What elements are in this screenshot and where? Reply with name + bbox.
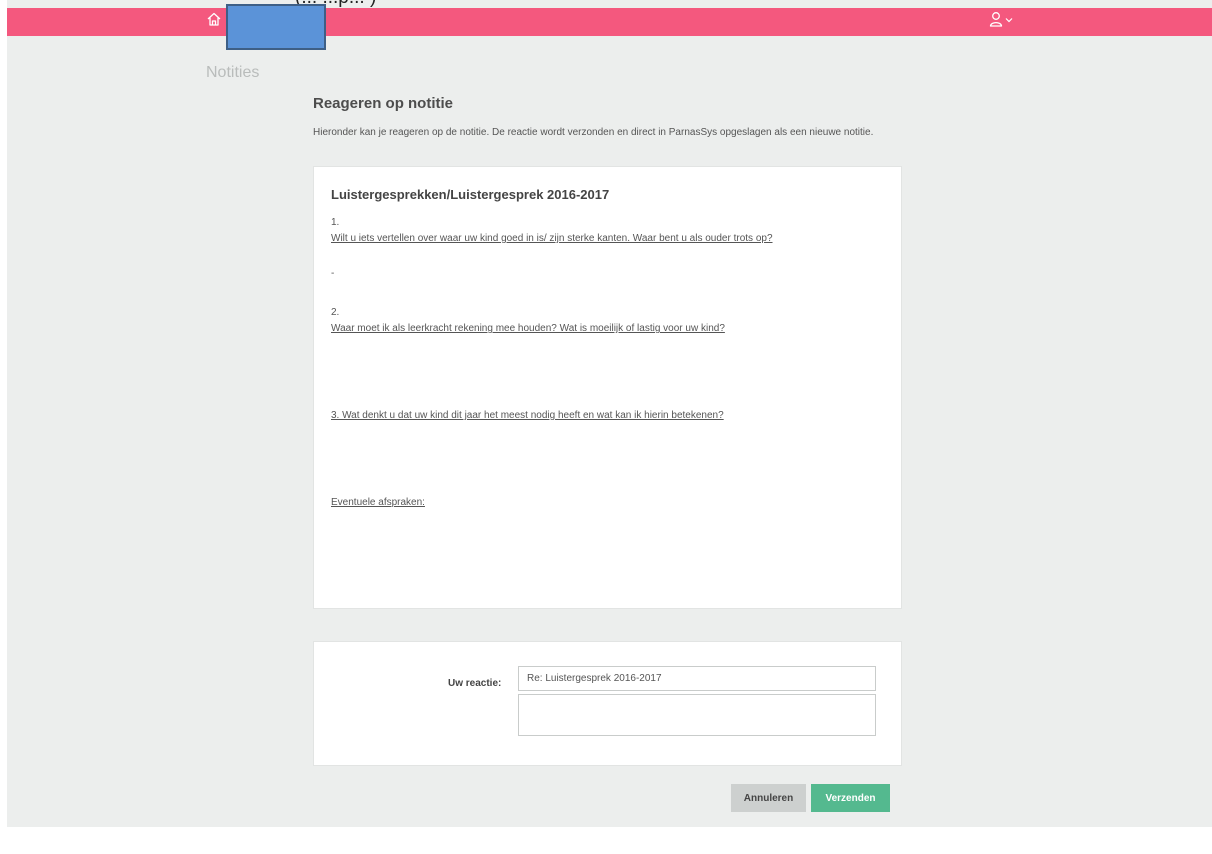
page-title: Reageren op notitie xyxy=(313,95,454,112)
note-agreements: Eventuele afspraken: xyxy=(331,497,425,508)
redaction-box xyxy=(226,4,326,50)
reply-body-textarea[interactable] xyxy=(518,694,876,736)
chevron-down-icon[interactable] xyxy=(1005,17,1013,23)
reply-subject-input[interactable] xyxy=(518,666,876,691)
reply-label: Uw reactie: xyxy=(448,678,502,689)
app-frame: (... ...p... ) Notities Reageren op noti… xyxy=(7,0,1212,827)
note-question-1-number: 1. xyxy=(331,217,340,228)
top-navigation-bar xyxy=(7,8,1212,36)
note-answer-1: - xyxy=(331,268,335,279)
note-question-3: 3. Wat denkt u dat uw kind dit jaar het … xyxy=(331,410,724,421)
reply-card: Uw reactie: xyxy=(313,641,902,766)
send-button[interactable]: Verzenden xyxy=(811,784,890,812)
note-card: Luistergesprekken/Luistergesprek 2016-20… xyxy=(313,166,902,609)
user-icon[interactable] xyxy=(989,11,1003,27)
note-question-2-number: 2. xyxy=(331,307,340,318)
home-icon[interactable] xyxy=(205,10,223,28)
sidebar-item-notities[interactable]: Notities xyxy=(206,64,259,82)
cancel-button[interactable]: Annuleren xyxy=(731,784,806,812)
note-question-1: Wilt u iets vertellen over waar uw kind … xyxy=(331,233,773,244)
note-title: Luistergesprekken/Luistergesprek 2016-20… xyxy=(331,187,610,202)
note-question-2: Waar moet ik als leerkracht rekening mee… xyxy=(331,323,725,334)
page-intro: Hieronder kan je reageren op de notitie.… xyxy=(313,127,874,138)
